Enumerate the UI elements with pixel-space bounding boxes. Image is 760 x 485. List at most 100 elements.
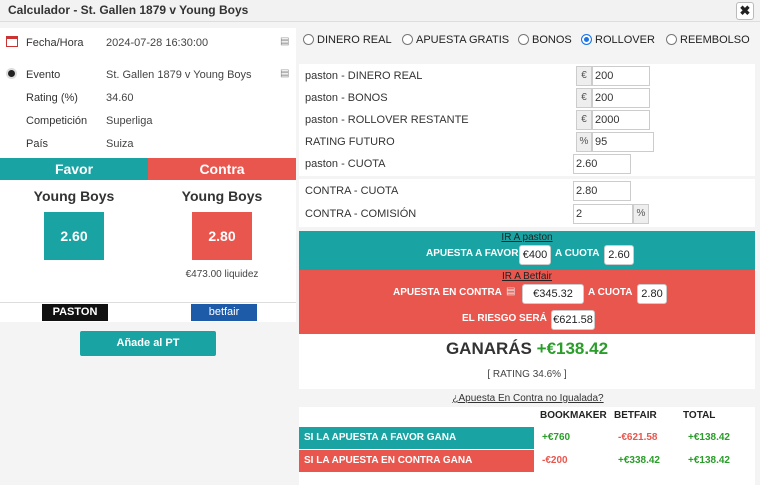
radio-icon [581, 34, 592, 45]
info-row-fecha: Fecha/Hora 2024-07-28 16:30:00 ▤ [0, 32, 296, 54]
rating-futuro-input[interactable]: 95 [592, 132, 654, 152]
soccer-ball-icon [6, 68, 17, 82]
contra-odds-value: 2.80 [637, 284, 667, 304]
favor-header: Favor [0, 158, 148, 180]
add-to-pt-button[interactable]: Añade al PT [80, 331, 216, 356]
contra-liquidity: €473.00 liquidez [185, 269, 259, 280]
field-label: CONTRA - COMISIÓN [305, 208, 417, 220]
rating-result: [ RATING 34.6% ] [487, 369, 567, 380]
field-label: RATING FUTURO [305, 136, 395, 148]
event-info: Fecha/Hora 2024-07-28 16:30:00 ▤ Evento … [0, 28, 296, 158]
radio-label: REEMBOLSO [680, 34, 750, 46]
paston-logo[interactable]: PASTON [42, 304, 108, 321]
contra-odds: 2.80 [192, 212, 252, 260]
go-to-bookmaker-link[interactable]: IR A paston [299, 232, 755, 243]
row-label: SI LA APUESTA A FAVOR GANA [299, 427, 534, 449]
field-label: paston - BONOS [305, 92, 388, 104]
contra-logo-row: betfair [148, 302, 296, 322]
radio-label: ROLLOVER [595, 34, 655, 46]
favor-stake-value: €400 [519, 245, 551, 265]
contra-odds-label: A CUOTA [588, 287, 633, 298]
rollover-input[interactable]: 2000 [592, 110, 650, 130]
copy-icon[interactable]: ▤ [506, 286, 515, 297]
field-rollover: paston - ROLLOVER RESTANTE € 2000 [299, 109, 755, 131]
profit-line: GANARÁS +€138.42 [299, 339, 755, 359]
favor-team: Young Boys [33, 188, 115, 204]
favor-logo-row: PASTON [0, 302, 148, 322]
table-row: SI LA APUESTA A FAVOR GANA +€760 -€621.5… [299, 427, 755, 449]
radio-icon [666, 34, 677, 45]
info-label: Rating (%) [26, 92, 78, 104]
profit-amount: +€138.42 [536, 339, 609, 358]
copy-icon[interactable]: ▤ [280, 36, 289, 47]
contra-cuota-input[interactable]: 2.80 [573, 181, 631, 201]
favor-odds-value: 2.60 [604, 245, 634, 265]
percent-addon: % [633, 204, 649, 224]
radio-apuesta-gratis[interactable]: APUESTA GRATIS [402, 34, 509, 46]
percent-addon: % [576, 132, 592, 152]
field-label: paston - DINERO REAL [305, 70, 423, 82]
contra-bet-band: IR A Betfair APUESTA EN CONTRA ▤ €345.32… [299, 270, 755, 334]
radio-bonos[interactable]: BONOS [518, 34, 572, 46]
info-label: Fecha/Hora [26, 37, 84, 49]
calculator-panel: DINERO REAL APUESTA GRATIS BONOS ROLLOVE… [296, 22, 760, 485]
contra-header: Contra [148, 158, 296, 180]
field-label: CONTRA - CUOTA [305, 185, 399, 197]
betfair-logo[interactable]: betfair [191, 304, 257, 321]
field-label: paston - CUOTA [305, 158, 386, 170]
window-title: Calculador - St. Gallen 1879 v Young Boy… [8, 3, 249, 17]
field-rating-futuro: RATING FUTURO % 95 [299, 131, 755, 153]
cuota-input[interactable]: 2.60 [573, 154, 631, 174]
radio-icon [402, 34, 413, 45]
radio-label: BONOS [532, 34, 572, 46]
go-to-exchange-link[interactable]: IR A Betfair [299, 271, 755, 282]
radio-reembolso[interactable]: REEMBOLSO [666, 34, 750, 46]
column-header: BOOKMAKER [540, 410, 607, 421]
copy-icon[interactable]: ▤ [280, 68, 289, 79]
contra-bet-label: APUESTA EN CONTRA [393, 287, 502, 298]
bookmaker-cell: -€200 [542, 455, 568, 466]
total-cell: +€138.42 [688, 432, 730, 443]
dinero-real-input[interactable]: 200 [592, 66, 650, 86]
exchange-fields: CONTRA - CUOTA 2.80 CONTRA - COMISIÓN 2 … [299, 179, 755, 227]
field-contra-cuota: CONTRA - CUOTA 2.80 [299, 180, 755, 202]
favor-bet-band: IR A paston APUESTA A FAVOR €400 A CUOTA… [299, 231, 755, 270]
euro-addon: € [576, 66, 592, 86]
betfair-cell: -€621.58 [618, 432, 658, 443]
title-bar: Calculador - St. Gallen 1879 v Young Boy… [0, 0, 760, 22]
contra-comision-input[interactable]: 2 [573, 204, 633, 224]
info-row-evento: Evento St. Gallen 1879 v Young Boys ▤ [0, 64, 296, 86]
info-row-pais: País Suiza [0, 133, 296, 155]
favor-bet-label: APUESTA A FAVOR [426, 248, 519, 259]
column-header: TOTAL [683, 410, 716, 421]
info-row-rating: Rating (%) 34.60 [0, 87, 296, 109]
info-value: St. Gallen 1879 v Young Boys [106, 69, 252, 81]
radio-icon [518, 34, 529, 45]
radio-dinero-real[interactable]: DINERO REAL [303, 34, 392, 46]
unmatched-bet-link[interactable]: ¿Apuesta En Contra no Igualada? [296, 393, 760, 404]
favor-odds: 2.60 [44, 212, 104, 260]
bonos-input[interactable]: 200 [592, 88, 650, 108]
radio-label: DINERO REAL [317, 34, 392, 46]
info-value: 2024-07-28 16:30:00 [106, 37, 209, 49]
field-contra-comision: CONTRA - COMISIÓN 2 % [299, 203, 755, 225]
total-cell: +€138.42 [688, 455, 730, 466]
contra-box: Contra Young Boys 2.80 €473.00 liquidez [148, 158, 296, 302]
info-label: Competición [26, 115, 88, 127]
info-label: País [26, 138, 49, 150]
contra-stake-value: €345.32 [522, 284, 584, 304]
bookmaker-fields: paston - DINERO REAL € 200 paston - BONO… [299, 64, 755, 176]
field-bonos: paston - BONOS € 200 [299, 87, 755, 109]
info-label: Evento [26, 69, 61, 81]
field-dinero-real: paston - DINERO REAL € 200 [299, 65, 755, 87]
contra-team: Young Boys [181, 188, 263, 204]
outcome-table: BOOKMAKER BETFAIR TOTAL SI LA APUESTA A … [299, 407, 755, 485]
risk-value: €621.58 [551, 310, 595, 330]
close-button[interactable]: ✖ [736, 2, 754, 20]
radio-rollover[interactable]: ROLLOVER [581, 34, 655, 46]
favor-odds-label: A CUOTA [555, 248, 600, 259]
euro-addon: € [576, 88, 592, 108]
favor-box: Favor Young Boys 2.60 [0, 158, 148, 302]
calendar-icon [6, 36, 18, 50]
event-panel: Fecha/Hora 2024-07-28 16:30:00 ▤ Evento … [0, 22, 296, 485]
